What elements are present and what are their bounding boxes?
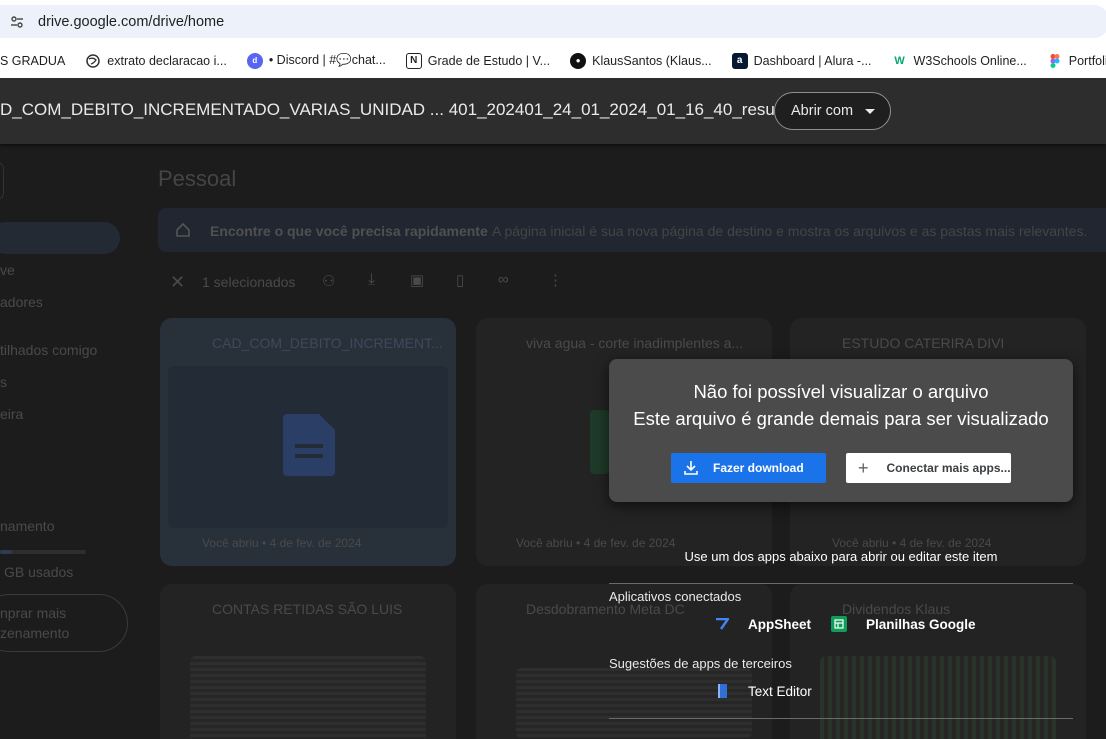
file-card-meta: Você abriu • 4 de fev. de 2024	[516, 536, 676, 550]
trash-icon: ▯	[456, 272, 465, 289]
sidebar-item: namento	[0, 518, 55, 534]
w3schools-icon: W	[894, 54, 905, 67]
github-icon: ●	[570, 52, 587, 69]
globe-icon	[85, 53, 101, 69]
bookmark-label: Dashboard | Alura -...	[753, 53, 872, 68]
bookmark-item[interactable]: Portfolio - Curso	[1047, 53, 1106, 69]
storage-bar	[0, 550, 86, 554]
share-icon: ⚇	[322, 273, 336, 290]
browser-address-bar-area: drive.google.com/drive/home	[0, 0, 1106, 43]
site-settings-icon[interactable]	[10, 15, 24, 29]
sidebar-item: eira	[0, 406, 24, 422]
figma-icon	[1047, 53, 1063, 69]
download-icon: ⤓	[368, 271, 376, 288]
bookmark-item[interactable]: N Grade de Estudo | V...	[405, 52, 551, 69]
sidebar-item: s	[0, 374, 7, 390]
apps-hint: Use um dos apps abaixo para abrir ou edi…	[684, 549, 998, 564]
file-card-name: viva agua - corte inadimplentes a...	[526, 335, 744, 351]
bookmark-item[interactable]: extrato declaracao i...	[85, 53, 227, 69]
app-appsheet[interactable]: AppSheet	[714, 616, 811, 632]
bookmark-item[interactable]: ● KlausSantos (Klaus...	[570, 52, 712, 69]
bookmark-item[interactable]: a Dashboard | Alura -...	[731, 52, 872, 69]
download-button[interactable]: Fazer download	[671, 453, 826, 483]
file-thumbnail	[820, 656, 1056, 739]
sidebar-item: ve	[0, 262, 15, 278]
sidebar-item: adores	[0, 294, 43, 310]
file-thumbnail	[516, 668, 752, 738]
file-thumbnail	[590, 410, 610, 474]
notion-icon: N	[405, 52, 422, 69]
file-card-meta: Você abriu • 4 de fev. de 2024	[202, 536, 362, 550]
banner-bold: Encontre o que você precisa rapidamente	[210, 223, 488, 239]
error-message: Este arquivo é grande demais para ser vi…	[633, 408, 1049, 429]
download-icon	[684, 461, 698, 475]
bookmark-item[interactable]: d • Discord | #💬chat...	[246, 52, 386, 69]
sheets-icon	[831, 616, 847, 632]
storage-usage: GB usados	[4, 564, 74, 580]
connected-apps-title: Aplicativos conectados	[609, 589, 742, 604]
bookmark-label: • Discord | #💬chat...	[268, 53, 386, 67]
divider	[609, 583, 1073, 584]
buy-storage-line1: nprar mais	[0, 605, 67, 621]
open-with-button[interactable]: Abrir com	[774, 92, 891, 130]
app-text-editor[interactable]: Text Editor	[714, 683, 812, 699]
banner-text: A página inicial é sua nova página de de…	[492, 223, 1088, 239]
third-party-apps-title: Sugestões de apps de terceiros	[609, 656, 792, 671]
bookmarks-bar: S GRADUA extrato declaracao i... d • Dis…	[0, 43, 1106, 78]
file-card-meta: Você abriu • 4 de fev. de 2024	[832, 536, 992, 550]
file-card-name: CONTAS RETIDAS SÃO LUIS	[212, 601, 403, 617]
open-with-label: Abrir com	[791, 103, 854, 119]
more-icon: ⋮	[548, 272, 563, 289]
bookmark-label: Portfolio - Curso	[1068, 53, 1106, 68]
sidebar-item: tilhados comigo	[0, 342, 98, 358]
appsheet-icon	[714, 616, 730, 632]
url-text[interactable]: drive.google.com/drive/home	[38, 14, 224, 30]
storage-bar-fill	[0, 550, 12, 554]
move-icon: ▣	[410, 272, 425, 289]
app-label: Text Editor	[748, 683, 812, 699]
file-preview-overlay: Pessoal Encontre o que você precisa rapi…	[0, 78, 1106, 739]
buy-storage-button	[0, 594, 128, 652]
alura-icon: a	[731, 52, 748, 69]
app-label: Planilhas Google	[866, 616, 976, 632]
search-box-remnant	[0, 162, 4, 200]
bookmark-label: extrato declaracao i...	[107, 53, 227, 68]
bookmark-label: W3Schools Online...	[913, 53, 1027, 68]
file-card-name: Dividendos Klaus	[842, 601, 951, 617]
preview-error-dialog: Não foi possível visualizar o arquivo Es…	[609, 359, 1073, 502]
app-google-sheets[interactable]: Planilhas Google	[831, 616, 976, 632]
divider	[609, 718, 1073, 719]
bookmark-label: Grade de Estudo | V...	[427, 53, 551, 68]
file-card-name: CAD_COM_DEBITO_INCREMENT...	[212, 335, 443, 351]
connect-more-apps-button[interactable]: + Conectar mais apps...	[846, 453, 1011, 483]
app-label: AppSheet	[748, 616, 812, 632]
error-title: Não foi possível visualizar o arquivo	[693, 381, 989, 402]
bookmark-label: S GRADUA	[0, 53, 66, 68]
link-icon: ∞	[498, 271, 509, 288]
bookmark-label: KlausSantos (Klaus...	[592, 53, 712, 68]
sidebar-home-selected	[0, 222, 120, 254]
section-title: Pessoal	[158, 166, 237, 191]
connect-label: Conectar mais apps...	[886, 461, 1011, 475]
viewer-toolbar: D_COM_DEBITO_INCREMENTADO_VARIAS_UNIDAD …	[0, 78, 1106, 144]
bookmark-item[interactable]: W W3Schools Online...	[892, 53, 1027, 69]
discord-icon: d	[246, 52, 263, 69]
file-thumbnail	[190, 656, 426, 739]
bookmark-item[interactable]: S GRADUA	[0, 54, 65, 68]
selection-count: 1 selecionados	[202, 274, 296, 290]
home-icon	[176, 222, 190, 237]
chevron-down-icon	[865, 108, 876, 114]
close-selection-icon: ✕	[170, 272, 186, 292]
plus-icon: +	[858, 457, 869, 478]
address-bar[interactable]: drive.google.com/drive/home	[0, 5, 1106, 38]
document-icon	[283, 414, 335, 476]
file-card-name: ESTUDO CATERIRA DIVI	[842, 335, 1005, 351]
text-editor-icon	[714, 683, 730, 699]
file-title: D_COM_DEBITO_INCREMENTADO_VARIAS_UNIDAD …	[0, 100, 814, 119]
download-label: Fazer download	[713, 461, 804, 475]
buy-storage-line2: zenamento	[0, 625, 70, 641]
